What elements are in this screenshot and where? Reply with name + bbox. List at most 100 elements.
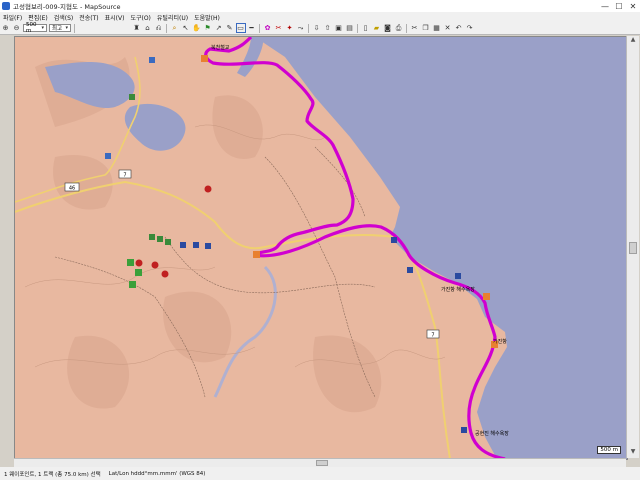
- place-label: 가진항 해수욕장: [441, 286, 475, 293]
- menu-edit[interactable]: 편집(E): [25, 13, 51, 22]
- send-device-icon[interactable]: ⇧: [323, 23, 333, 33]
- poi-marker: [135, 269, 142, 276]
- map-products-icon[interactable]: ✿: [263, 23, 273, 33]
- distance-tool-icon[interactable]: ━: [247, 23, 257, 33]
- zoom-tool-icon[interactable]: ⌕: [170, 23, 180, 33]
- toolbar-separator: [259, 23, 260, 33]
- road-shield-46-label: 46: [69, 186, 75, 192]
- new-file-icon[interactable]: ▯: [361, 23, 371, 33]
- horizontal-scrollbar[interactable]: [14, 458, 626, 467]
- toolbar-separator: [406, 23, 407, 33]
- menu-tools[interactable]: 도구(O): [127, 13, 153, 22]
- horizontal-scroll-thumb[interactable]: [316, 460, 328, 466]
- poi-marker: [127, 259, 134, 266]
- print-icon[interactable]: ⎙: [394, 23, 404, 33]
- parking-icon: [135, 259, 143, 267]
- close-button[interactable]: ✕: [626, 0, 640, 12]
- device-icon[interactable]: ▣: [334, 23, 344, 33]
- window-title: 고성협보리-009-지협도 - MapSource: [13, 3, 121, 11]
- minimize-button[interactable]: —: [598, 0, 612, 12]
- zoom-out-icon[interactable]: ⊖: [12, 23, 22, 33]
- track-filter-icon[interactable]: ⤳: [296, 23, 306, 33]
- maximize-button[interactable]: ☐: [612, 0, 626, 12]
- menu-search[interactable]: 검색(S): [51, 13, 77, 22]
- poi-marker: [461, 427, 467, 433]
- paste-icon[interactable]: ▦: [432, 23, 442, 33]
- open-folder-icon[interactable]: ▰: [372, 23, 382, 33]
- coordinate-format: Lat/Lon hddd°mm.mmm' (WGS 84): [108, 470, 206, 477]
- status-bar: 1 웨이포인트, 1 트랙 (총 75.0 km) 선택 Lat/Lon hdd…: [0, 467, 640, 480]
- poi-marker: [193, 242, 199, 248]
- save-icon[interactable]: ◙: [383, 23, 393, 33]
- delete-icon[interactable]: ✕: [443, 23, 453, 33]
- mapsource-app-icon: [2, 2, 10, 10]
- waypoint-flag: [201, 55, 208, 62]
- menu-utilities[interactable]: 유틸리티(U): [154, 13, 191, 22]
- road-shield-7-label: 7: [123, 173, 126, 179]
- poi-marker: [149, 234, 155, 240]
- scale-select[interactable]: 500 m ▾: [23, 22, 47, 34]
- waypoint-flag: [253, 251, 260, 258]
- waypoint-tool-icon[interactable]: ⚑: [203, 23, 213, 33]
- poi-marker: [129, 94, 135, 100]
- poi-marker: [455, 273, 461, 279]
- poi-marker: [157, 236, 163, 242]
- receive-device-icon[interactable]: ⇩: [312, 23, 322, 33]
- place-label: 북천철교: [211, 44, 230, 51]
- undo-icon[interactable]: ↶: [454, 23, 464, 33]
- poi-marker: [105, 153, 111, 159]
- find-places-icon[interactable]: ♜: [132, 23, 142, 33]
- detail-select-value: 최고: [52, 26, 63, 32]
- scroll-up-icon[interactable]: ▲: [627, 36, 639, 46]
- poi-marker: [391, 237, 397, 243]
- unlock-icon[interactable]: ✂: [274, 23, 284, 33]
- chevron-down-icon: ▾: [41, 25, 44, 31]
- poi-marker: [180, 242, 186, 248]
- scroll-down-icon[interactable]: ▼: [627, 448, 639, 458]
- menu-help[interactable]: 도움말(H): [191, 13, 223, 22]
- road-shield-7-label: 7: [431, 333, 434, 339]
- map-canvas[interactable]: 46 7 7 북천철교 가진항 해수욕장 가진항 공현진 해수욕장: [15, 37, 627, 459]
- toolbar-separator: [166, 23, 167, 33]
- parking-icon: [161, 270, 169, 278]
- poi-marker: [129, 281, 136, 288]
- zoom-in-icon[interactable]: ⊕: [1, 23, 11, 33]
- route-icon[interactable]: ⎌: [154, 23, 164, 33]
- place-label: 공현진 해수욕장: [475, 430, 509, 437]
- scale-select-value: 500 m: [26, 22, 37, 34]
- cut-icon[interactable]: ✂: [410, 23, 420, 33]
- waypoint-flag: [483, 293, 490, 300]
- menu-transfer[interactable]: 전송(T): [76, 13, 101, 22]
- vertical-scroll-thumb[interactable]: [629, 242, 637, 254]
- erase-icon[interactable]: ✦: [285, 23, 295, 33]
- poi-marker: [205, 243, 211, 249]
- redo-icon[interactable]: ↷: [465, 23, 475, 33]
- poi-marker: [149, 57, 155, 63]
- copy-icon[interactable]: ❐: [421, 23, 431, 33]
- parking-icon: [151, 261, 159, 269]
- hand-tool-icon[interactable]: ✋: [192, 23, 202, 33]
- toolbar-separator: [308, 23, 309, 33]
- toolbar-separator: [74, 23, 75, 33]
- chevron-down-icon: ▾: [65, 25, 68, 31]
- menu-bar: 파일(F) 편집(E) 검색(S) 전송(T) 표시(V) 도구(O) 유틸리티…: [0, 12, 640, 22]
- select-tool-icon[interactable]: ↖: [181, 23, 191, 33]
- track-tool-icon[interactable]: ✎: [225, 23, 235, 33]
- map-scale-indicator: 500 m: [597, 446, 621, 454]
- find-address-icon[interactable]: ⌂: [143, 23, 153, 33]
- detail-select[interactable]: 최고 ▾: [49, 24, 71, 32]
- toolbar: ⊕ ⊖ 500 m ▾ 최고 ▾ ♜ ⌂ ⎌ ⌕ ↖ ✋ ⚑ ↗ ✎ ▭ ━ ✿…: [0, 22, 640, 35]
- poi-marker: [165, 239, 171, 245]
- poi-marker: [407, 267, 413, 273]
- place-label: 가진항: [493, 338, 507, 345]
- device-alt-icon[interactable]: ▤: [345, 23, 355, 33]
- vertical-scrollbar[interactable]: ▲ ▼: [626, 36, 639, 458]
- menu-view[interactable]: 표시(V): [102, 13, 128, 22]
- parking-icon: [204, 185, 212, 193]
- map-select-tool-icon[interactable]: ▭: [235, 23, 246, 33]
- menu-file[interactable]: 파일(F): [0, 13, 25, 22]
- selection-status: 1 웨이포인트, 1 트랙 (총 75.0 km) 선택: [4, 471, 101, 478]
- map-view[interactable]: 46 7 7 북천철교 가진항 해수욕장 가진항 공현진 해수욕장 500 m: [14, 36, 628, 460]
- route-tool-icon[interactable]: ↗: [214, 23, 224, 33]
- toolbar-separator: [357, 23, 358, 33]
